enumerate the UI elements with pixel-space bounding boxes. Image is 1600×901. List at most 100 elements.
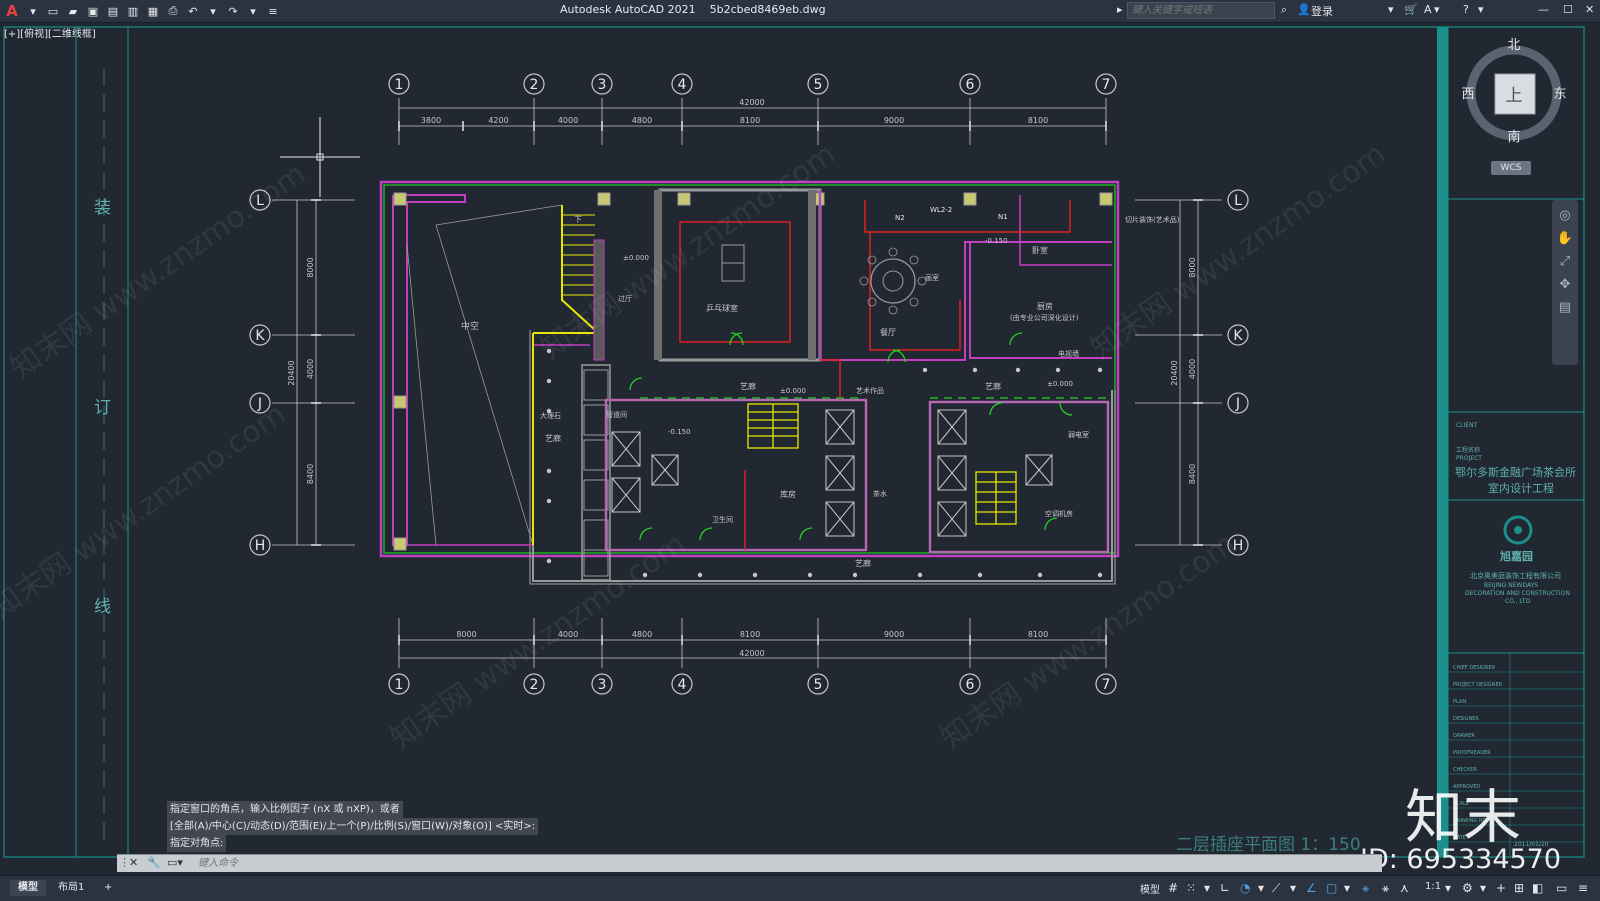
orbit-icon[interactable]: ✥	[1552, 277, 1578, 292]
compass-west: 西	[1462, 87, 1475, 102]
showmotion-icon[interactable]: ▤	[1552, 300, 1578, 315]
help-dropdown-icon[interactable]: ▾	[1478, 3, 1484, 16]
customization-menu-icon[interactable]: ≡	[1578, 881, 1588, 895]
annotation-scale-icon[interactable]: ⋏	[1400, 881, 1409, 895]
tab-layout-1[interactable]: 布局1	[50, 880, 92, 896]
isodraft-dropdown-icon[interactable]: ▾	[1290, 881, 1296, 895]
axis-label: 1	[395, 77, 404, 93]
command-recent-icon[interactable]: ▭▾	[167, 856, 183, 869]
snap-mode-icon[interactable]: ⁙	[1186, 881, 1196, 895]
command-history-line-2: [全部(A)/中心(C)/动态(D)/范围(E)/上一个(P)/比例(S)/窗口…	[167, 818, 539, 835]
print-icon[interactable]: ⎙	[166, 4, 180, 18]
column-dot	[922, 367, 928, 373]
column-dot	[1097, 572, 1103, 578]
scale-dropdown-icon[interactable]: ▾	[1445, 881, 1451, 895]
room-gallery-3: 艺廊	[855, 558, 871, 568]
model-space-button[interactable]: 模型	[1140, 881, 1160, 896]
login-link[interactable]: 登录	[1311, 3, 1333, 19]
undo-dropdown-icon[interactable]: ▾	[206, 4, 220, 18]
tb-project-name-2: 室内设计工程	[1488, 481, 1554, 495]
axis-label: K	[255, 328, 265, 344]
column-dot	[807, 572, 813, 578]
auto-scale-icon[interactable]: ⚹	[1382, 881, 1389, 896]
redo-icon[interactable]: ↷	[226, 4, 240, 18]
room-bedroom: 卧室	[1032, 245, 1048, 255]
annotation-monitor-icon[interactable]: +	[1496, 881, 1506, 895]
clean-screen-icon[interactable]: ▭	[1556, 881, 1567, 895]
tb-row-label: PLAN	[1453, 699, 1466, 705]
a360-dropdown-icon[interactable]: ▾	[1434, 3, 1440, 16]
login-dropdown-icon[interactable]: ▾	[1388, 3, 1394, 16]
publish-icon[interactable]: ▥	[126, 4, 140, 18]
dim-right-total: 20400	[1170, 360, 1179, 385]
tb-company-cn: 北京奥美庭装饰工程有限公司	[1470, 571, 1561, 580]
object-snap-icon[interactable]: ▢	[1326, 881, 1337, 895]
save-as-icon[interactable]: ▤	[106, 4, 120, 18]
osnap-dropdown-icon[interactable]: ▾	[1344, 881, 1350, 895]
axis-label: 2	[530, 77, 539, 93]
search-icon[interactable]: ⌕	[1281, 3, 1287, 17]
viewcube[interactable]: 上 北 南 西 东	[1462, 38, 1567, 143]
elevators-left	[611, 409, 855, 537]
isodraft-icon[interactable]: ⟋	[1272, 881, 1280, 896]
object-snap-tracking-icon[interactable]: ∠	[1306, 881, 1317, 895]
search-expand-icon[interactable]: ▸	[1117, 3, 1123, 16]
steering-wheel-icon[interactable]: ◎	[1552, 208, 1578, 223]
axis-label: 3	[598, 677, 607, 693]
grid-display-icon[interactable]: #	[1168, 881, 1178, 895]
user-icon[interactable]: 👤	[1297, 3, 1311, 16]
maximize-icon[interactable]: ☐	[1563, 3, 1573, 16]
command-customize-icon[interactable]: 🔧	[147, 856, 161, 869]
axis-label: K	[1233, 328, 1243, 344]
service-cells	[583, 369, 609, 577]
dim-bottom: 9000	[884, 630, 904, 639]
axis-label: 7	[1102, 677, 1111, 693]
annotation-visibility-icon[interactable]: ⚹	[1362, 881, 1369, 896]
polar-dropdown-icon[interactable]: ▾	[1258, 881, 1264, 895]
room-pingpong: 乒乓球室	[706, 303, 738, 313]
new-file-icon[interactable]: ▭	[46, 4, 60, 18]
pan-icon[interactable]: ✋	[1552, 231, 1578, 246]
circuit-wl: WL2-2	[930, 206, 952, 214]
command-input[interactable]	[194, 855, 1382, 871]
help-icon[interactable]: ?	[1463, 3, 1469, 16]
tb-row-label: CHIEF DESIGNER	[1453, 665, 1496, 671]
minimize-icon[interactable]: —	[1538, 3, 1549, 16]
workspace-dropdown-icon[interactable]: ▾	[1480, 881, 1486, 895]
isolate-objects-icon[interactable]: ◧	[1532, 881, 1543, 895]
tab-model[interactable]: 模型	[10, 880, 46, 896]
dim-top: 4000	[558, 116, 578, 125]
search-input[interactable]	[1127, 2, 1275, 19]
zoom-extents-icon[interactable]: ⤢	[1552, 254, 1578, 269]
add-layout-button[interactable]: +	[96, 880, 120, 896]
label-artwork: 艺术作品	[856, 386, 884, 395]
save-icon[interactable]: ▣	[86, 4, 100, 18]
redo-dropdown-icon[interactable]: ▾	[246, 4, 260, 18]
cart-icon[interactable]: 🛒	[1404, 3, 1418, 16]
annotation-scale-value[interactable]: 1:1	[1425, 881, 1441, 892]
column-dot	[697, 572, 703, 578]
command-history-line-3: 指定对角点:	[167, 835, 227, 852]
dim-right: 4000	[1188, 359, 1197, 379]
close-icon[interactable]: ✕	[1585, 3, 1594, 16]
dim-bottom: 8000	[456, 630, 476, 639]
customize-toolbar-icon[interactable]: ≡	[266, 4, 280, 18]
autodesk-a360-icon[interactable]: A	[1424, 3, 1432, 16]
wcs-menu[interactable]: WCS	[1491, 161, 1531, 175]
plot-preview-icon[interactable]: ▦	[146, 4, 160, 18]
menu-arrow-icon[interactable]: ▾	[26, 4, 40, 18]
right-core	[928, 400, 1110, 554]
ortho-mode-icon[interactable]: ∟	[1220, 881, 1230, 895]
window-title: Autodesk AutoCAD 2021 5b2cbed8469eb.dwg	[560, 3, 826, 16]
cad-drawing[interactable]: 装 订 线 CHIEF DESIGNER PROJECT DESIGNER PLAN…	[0, 23, 1600, 869]
undo-icon[interactable]: ↶	[186, 4, 200, 18]
axis-label: 5	[814, 77, 823, 93]
open-file-icon[interactable]: ▰	[66, 4, 80, 18]
workspace-gear-icon[interactable]: ⚙	[1462, 881, 1473, 895]
command-close-icon[interactable]: ✕	[129, 856, 138, 869]
polar-tracking-icon[interactable]: ◔	[1240, 881, 1250, 895]
snap-dropdown-icon[interactable]: ▾	[1204, 881, 1210, 895]
core-stair	[747, 403, 799, 449]
autocad-logo-icon[interactable]: A	[4, 2, 20, 20]
units-icon[interactable]: ⊞	[1514, 881, 1524, 895]
